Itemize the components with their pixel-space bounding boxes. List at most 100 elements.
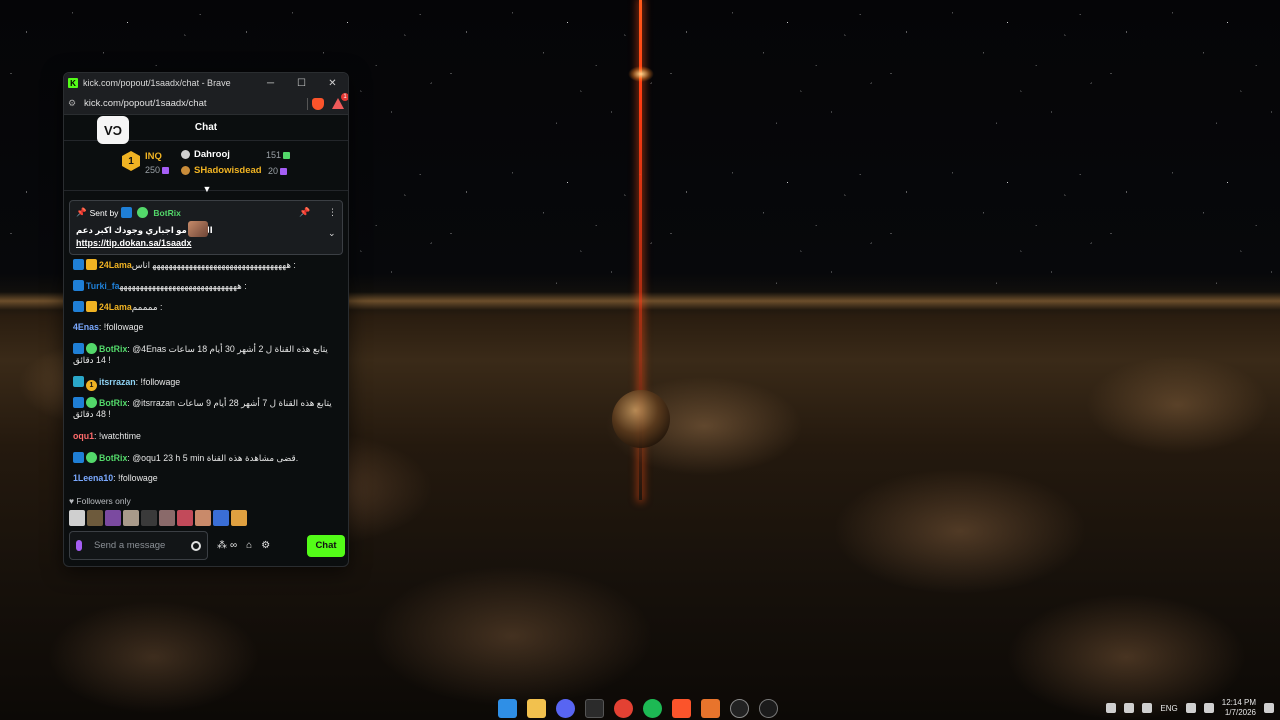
emote-icon[interactable] bbox=[195, 510, 211, 526]
chat-username[interactable]: 24Lama bbox=[99, 302, 132, 312]
chat-message: Turki_fa: ﻫﻬﻬﻬﻬﻬﻬﻬﻬﻬﻬﻬﻬﻬﻬﻬﻬﻬﻬﻬﻬﻬﻬﻬﻬﻬﻬﻬﻬﻬ bbox=[73, 280, 338, 292]
collapse-chevron-icon[interactable]: ▼ bbox=[200, 184, 214, 196]
chat-username[interactable]: oqu1 bbox=[73, 431, 94, 441]
pin-icon: 📌 bbox=[76, 207, 87, 217]
leader-count: 151 bbox=[266, 150, 282, 160]
moderator-badge-icon bbox=[73, 280, 84, 291]
chat-input-row: Send a message ⁂ ∞ ⌂ ⚙ Chat bbox=[69, 531, 345, 560]
kick-favicon-icon: K bbox=[68, 78, 78, 88]
microphone-icon[interactable] bbox=[76, 540, 82, 551]
taskbar: ENG 12:14 PM 1/7/2026 bbox=[0, 696, 1280, 720]
chat-message: 1 itsrrazan: !followage bbox=[73, 376, 338, 391]
leader-name[interactable]: Dahrooj bbox=[194, 149, 230, 160]
chat-username[interactable]: 1Leena10 bbox=[73, 473, 113, 483]
xbox-app-icon[interactable] bbox=[585, 698, 604, 718]
chat-header: VƆ Chat bbox=[64, 115, 348, 144]
chat-message: BotRix: @4Enas يتابع هذه القناة ل 2 أشهر… bbox=[73, 343, 338, 366]
rank1-count: 250 bbox=[145, 165, 161, 175]
chrome-icon[interactable] bbox=[614, 698, 633, 718]
emote-icon[interactable] bbox=[177, 510, 193, 526]
chat-input[interactable]: Send a message bbox=[69, 531, 208, 560]
brave-browser-icon[interactable] bbox=[672, 698, 691, 718]
chat-username[interactable]: itsrrazan bbox=[99, 377, 136, 387]
verified-bot-badge-icon bbox=[86, 343, 97, 354]
brave-rewards-icon[interactable]: 1 bbox=[332, 93, 348, 109]
moderator-badge-icon bbox=[73, 452, 84, 463]
send-chat-button[interactable]: Chat bbox=[307, 534, 345, 557]
emote-icon[interactable] bbox=[213, 510, 229, 526]
file-explorer-icon[interactable] bbox=[527, 698, 546, 718]
infinity-icon[interactable]: ∞ bbox=[230, 540, 237, 551]
brave-shields-icon[interactable] bbox=[312, 97, 324, 110]
moderator-badge-icon bbox=[73, 301, 84, 312]
address-bar[interactable]: ⚙ kick.com/popout/1saadx/chat 1 bbox=[64, 93, 348, 115]
clock-time: 12:14 PM bbox=[1221, 698, 1256, 707]
tray-overflow-icon[interactable] bbox=[1106, 703, 1117, 713]
pinned-link[interactable]: https://tip.dokan.sa/1saadx bbox=[76, 238, 192, 248]
maximize-button[interactable]: ☐ bbox=[286, 73, 317, 93]
obs-icon[interactable] bbox=[730, 698, 749, 718]
gift-leaderboard: 1 INQ 250 Dahrooj 151 SHadowisdead 20 ▼ bbox=[64, 141, 348, 194]
moderator-badge-icon bbox=[73, 259, 84, 270]
emote-icon[interactable] bbox=[123, 510, 139, 526]
close-button[interactable]: ✕ bbox=[317, 73, 348, 93]
chat-username[interactable]: Turki_fa bbox=[86, 281, 120, 291]
emote-quickbar bbox=[69, 510, 247, 526]
moderator-badge-icon bbox=[73, 343, 84, 354]
chat-text: : !watchtime bbox=[94, 431, 141, 441]
followers-only-indicator: ♥ Followers only bbox=[69, 496, 131, 506]
wifi-icon[interactable] bbox=[1185, 703, 1196, 713]
chat-username[interactable]: BotRix bbox=[99, 344, 127, 354]
emote-icon[interactable] bbox=[141, 510, 157, 526]
pinned-message[interactable]: 📌 Sent by BotRix الدعم مو اجباري وجودك ا… bbox=[69, 200, 343, 255]
browser-popout-window[interactable]: K kick.com/popout/1saadx/chat - Brave ─ … bbox=[63, 72, 349, 567]
chat-username[interactable]: BotRix bbox=[99, 453, 127, 463]
recorder-icon[interactable] bbox=[759, 698, 778, 718]
more-options-icon[interactable]: ⋮ bbox=[328, 207, 337, 218]
expand-chevron-icon[interactable]: ⌄ bbox=[328, 228, 336, 239]
spotify-icon[interactable] bbox=[643, 698, 662, 718]
app-triangle-icon[interactable] bbox=[701, 698, 720, 718]
rank1-name[interactable]: INQ bbox=[145, 151, 162, 162]
system-tray: ENG 12:14 PM 1/7/2026 bbox=[1106, 696, 1274, 720]
window-titlebar[interactable]: K kick.com/popout/1saadx/chat - Brave ─ … bbox=[64, 73, 348, 93]
chat-text: : @oqu1 23 h 5 min قضى مشاهدة هذه القناة… bbox=[127, 453, 299, 463]
chat-message: 24Lama: ممممم bbox=[73, 301, 338, 313]
pinned-header: 📌 Sent by BotRix bbox=[76, 207, 181, 218]
chat-username[interactable]: 24Lama bbox=[99, 260, 132, 270]
channel-avatar[interactable]: VƆ bbox=[97, 116, 129, 144]
emote-icon[interactable] bbox=[231, 510, 247, 526]
settings-gear-icon[interactable]: ⚙ bbox=[261, 540, 270, 551]
volume-icon[interactable] bbox=[1203, 703, 1214, 713]
taskbar-apps bbox=[498, 696, 778, 720]
emoji-picker-icon[interactable] bbox=[191, 540, 201, 551]
store-icon[interactable]: ⌂ bbox=[246, 540, 252, 551]
start-windows-icon[interactable] bbox=[498, 698, 517, 718]
chat-text: : !followage bbox=[98, 322, 144, 332]
notification-bell-icon[interactable] bbox=[1264, 703, 1274, 713]
minimize-button[interactable]: ─ bbox=[255, 73, 286, 93]
emote-icon[interactable] bbox=[159, 510, 175, 526]
chat-username[interactable]: 4Enas bbox=[73, 322, 99, 332]
sent-by-label: Sent by bbox=[89, 207, 119, 218]
chat-text: : !followage bbox=[135, 377, 181, 387]
unpin-icon[interactable]: 📌 bbox=[299, 207, 310, 218]
discord-icon[interactable] bbox=[556, 698, 575, 718]
chat-message: 1Leena10: !followage bbox=[73, 473, 338, 484]
pinned-sender[interactable]: BotRix bbox=[153, 208, 180, 218]
chat-input-placeholder[interactable]: Send a message bbox=[94, 540, 191, 551]
emote-icon[interactable] bbox=[87, 510, 103, 526]
connections-icon[interactable]: ⁂ bbox=[217, 540, 227, 551]
verified-bot-badge-icon bbox=[86, 397, 97, 408]
url-text[interactable]: kick.com/popout/1saadx/chat bbox=[84, 98, 303, 109]
clock[interactable]: 12:14 PM 1/7/2026 bbox=[1222, 698, 1256, 718]
chat-username[interactable]: BotRix bbox=[99, 398, 127, 408]
site-settings-icon[interactable]: ⚙ bbox=[68, 98, 84, 109]
language-indicator[interactable]: ENG bbox=[1160, 704, 1177, 713]
leader-name[interactable]: SHadowisdead bbox=[194, 165, 262, 176]
emote-icon[interactable] bbox=[69, 510, 85, 526]
emote-icon[interactable] bbox=[105, 510, 121, 526]
mic-icon[interactable] bbox=[1142, 703, 1153, 713]
chat-message: 24Lama: ﻫﻬﻬﻬﻬﻬﻬﻬﻬﻬﻬﻬﻬﻬﻬﻬﻬﻬﻬﻬﻬﻬﻬﻬﻬﻬﻬﻬﻬﻬﻬﻬ… bbox=[73, 259, 338, 271]
network-icon[interactable] bbox=[1124, 703, 1135, 713]
